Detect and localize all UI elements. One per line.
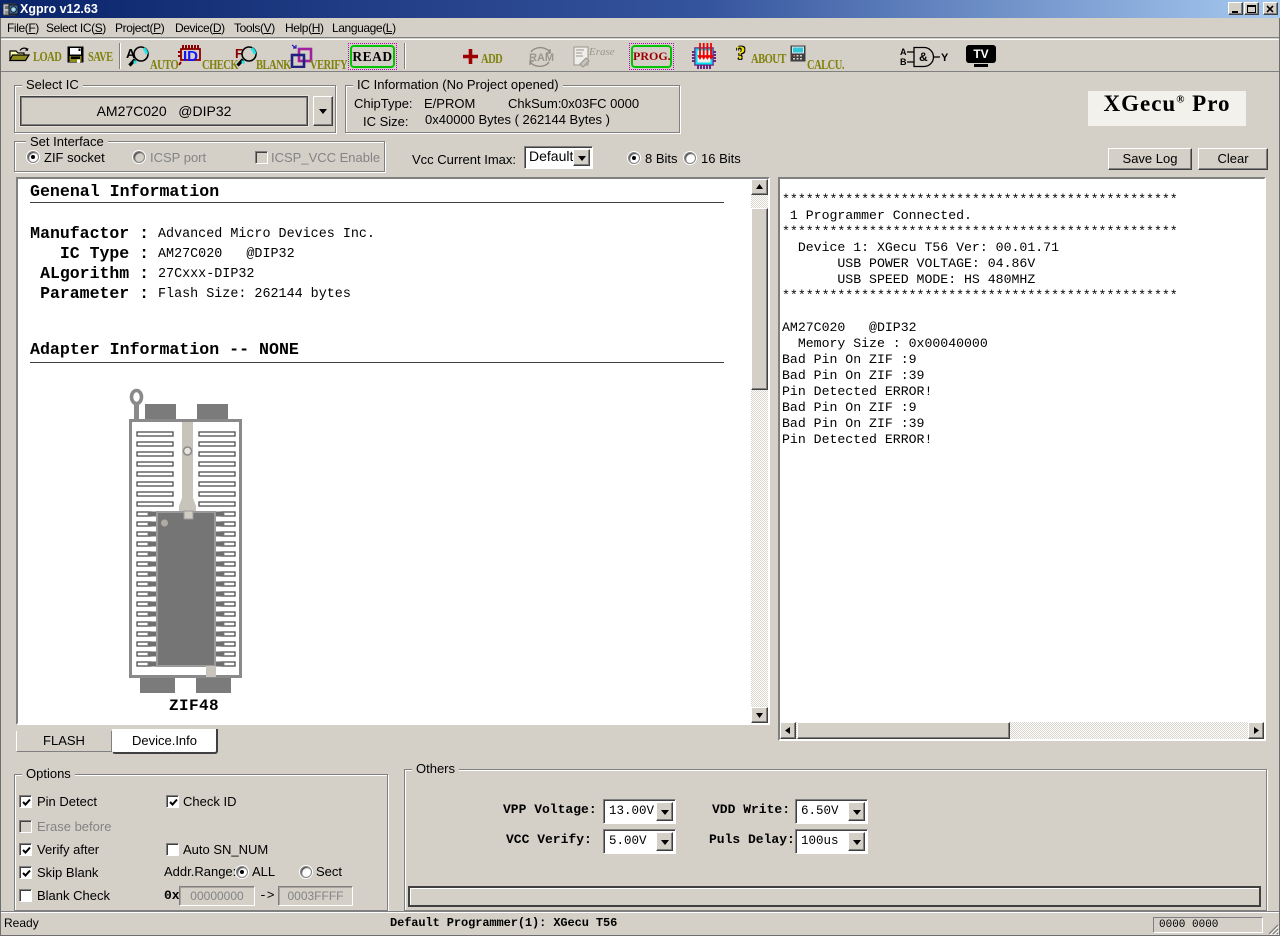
svg-text:Erase: Erase [588,46,615,58]
svg-text:B: B [900,57,907,67]
svg-text:&: & [919,50,928,64]
svg-text:RAM: RAM [529,52,554,64]
svg-text:Y: Y [941,52,949,64]
svg-text:ID: ID [183,48,198,65]
svg-text:A: A [900,47,907,57]
